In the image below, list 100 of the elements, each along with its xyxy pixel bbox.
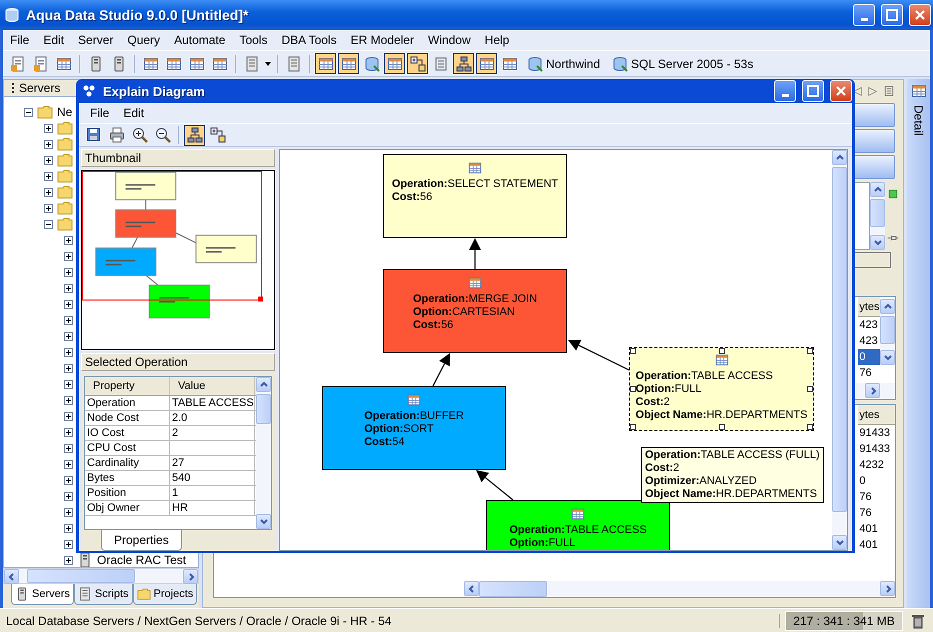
section-bar[interactable]	[853, 155, 896, 179]
expand-button[interactable]	[64, 556, 73, 564]
vertical-scrollbar[interactable]	[256, 377, 271, 529]
column-header[interactable]: Value	[170, 377, 255, 395]
scroll-thumb[interactable]	[479, 581, 548, 597]
menu-item[interactable]: File	[83, 106, 116, 120]
column-header[interactable]: ytes	[858, 297, 880, 317]
expand-button[interactable]	[64, 492, 73, 500]
close-button[interactable]	[909, 4, 931, 26]
menu-item[interactable]: Automate	[167, 33, 232, 47]
panel-tab[interactable]: Servers	[11, 584, 74, 605]
expand-button[interactable]	[64, 428, 73, 436]
expand-button[interactable]	[64, 236, 73, 244]
vertical-scrollbar[interactable]	[870, 182, 886, 250]
expand-button[interactable]	[64, 252, 73, 260]
menu-item[interactable]: Server	[71, 33, 120, 47]
expand-button[interactable]	[64, 460, 73, 468]
view-toggle-button[interactable]	[407, 53, 428, 74]
minimize-button[interactable]	[774, 80, 796, 102]
expand-button[interactable]	[44, 124, 53, 132]
plan-node[interactable]: Operation:TABLE ACCESS Option:FULL Cost:2 Object Name:HR.DEPARTMENTS	[629, 347, 814, 431]
scroll-thumb[interactable]	[27, 569, 135, 583]
expand-button[interactable]	[64, 380, 73, 388]
resize-handle[interactable]	[807, 348, 813, 354]
expand-button[interactable]	[64, 364, 73, 372]
vertical-scrollbar[interactable]	[880, 299, 896, 365]
view-toggle-button[interactable]	[453, 53, 474, 74]
tree-item[interactable]: Oracle RAC Test	[97, 553, 186, 567]
scroll-thumb[interactable]	[256, 394, 271, 424]
close-button[interactable]	[830, 80, 852, 102]
expand-button[interactable]	[64, 444, 73, 452]
resize-handle[interactable]	[630, 348, 636, 354]
expand-button[interactable]	[64, 412, 73, 420]
expand-button[interactable]	[44, 188, 53, 196]
menu-item[interactable]: Help	[478, 33, 516, 47]
minimize-button[interactable]	[853, 4, 875, 26]
connection-button[interactable]: Northwind	[522, 56, 606, 72]
expand-button[interactable]	[64, 300, 73, 308]
scroll-thumb[interactable]	[870, 199, 886, 227]
column-header[interactable]: Property	[85, 377, 170, 395]
memory-reading: 217 : 341 : 341 MB	[793, 614, 895, 628]
plan-node[interactable]: Operation:MERGE JOIN Option:CARTESIAN Cost:56	[383, 269, 567, 353]
expand-button[interactable]	[64, 268, 73, 276]
input-field[interactable]	[853, 252, 892, 268]
resize-handle[interactable]	[718, 424, 724, 430]
scroll-thumb[interactable]	[880, 316, 896, 344]
panel-tab[interactable]: Scripts	[74, 584, 133, 605]
expand-button[interactable]	[64, 348, 73, 356]
collapse-button[interactable]	[44, 220, 53, 228]
maximize-button[interactable]	[802, 80, 824, 102]
menu-item[interactable]: File	[3, 33, 36, 47]
expand-button[interactable]	[64, 332, 73, 340]
expand-button[interactable]	[44, 156, 53, 164]
expand-button[interactable]	[64, 540, 73, 548]
menu-item[interactable]: Edit	[116, 106, 152, 120]
expand-button[interactable]	[44, 140, 53, 148]
expand-button[interactable]	[64, 396, 73, 404]
resize-handle[interactable]	[630, 386, 636, 392]
tree-item[interactable]: Ne	[57, 105, 72, 119]
menu-item[interactable]: Window	[420, 33, 478, 47]
column-header[interactable]: ytes	[858, 405, 896, 425]
diagram-thumbnail-drawing[interactable]	[81, 170, 275, 350]
scroll-right-button[interactable]	[865, 383, 880, 398]
section-bar[interactable]	[853, 103, 896, 127]
layout-button[interactable]	[184, 124, 205, 146]
resize-handle[interactable]	[718, 348, 724, 354]
expand-button[interactable]	[64, 476, 73, 484]
chevron-left-icon	[6, 572, 16, 582]
plan-node[interactable]: Operation:TABLE ACCESS Option:FULL	[486, 500, 670, 550]
resize-handle[interactable]	[807, 424, 813, 430]
expand-button[interactable]	[64, 508, 73, 516]
horizontal-scrollbar[interactable]	[3, 568, 200, 584]
view-toggle-button[interactable]	[315, 53, 336, 74]
plus-icon	[65, 332, 72, 340]
dropdown-caret-icon[interactable]	[264, 60, 272, 68]
panel-tab[interactable]: Projects	[132, 584, 198, 605]
plan-node[interactable]: Operation:BUFFER Option:SORT Cost:54	[322, 386, 506, 470]
section-bar[interactable]	[853, 129, 896, 153]
expand-button[interactable]	[44, 172, 53, 180]
side-tab[interactable]: Detail	[912, 105, 926, 136]
view-toggle-button[interactable]	[476, 53, 497, 74]
view-toggle-button[interactable]	[384, 53, 405, 74]
connection-button[interactable]: SQL Server 2005 - 53s	[607, 56, 758, 72]
menu-item[interactable]: Query	[120, 33, 168, 47]
collapse-button[interactable]	[24, 108, 33, 116]
expand-button[interactable]	[64, 316, 73, 324]
expand-button[interactable]	[44, 204, 53, 212]
expand-button[interactable]	[64, 524, 73, 532]
expand-button[interactable]	[64, 284, 73, 292]
properties-tab[interactable]: Properties	[101, 530, 182, 551]
menu-item[interactable]: ER Modeler	[344, 33, 421, 47]
view-toggle-button[interactable]	[338, 53, 359, 74]
resize-handle[interactable]	[630, 424, 636, 430]
maximize-button[interactable]	[881, 4, 903, 26]
menu-item[interactable]: DBA Tools	[274, 33, 344, 47]
resize-handle[interactable]	[807, 386, 813, 392]
menu-item[interactable]: Edit	[36, 33, 72, 47]
horizontal-scrollbar[interactable]	[464, 581, 896, 597]
menu-item[interactable]: Tools	[232, 33, 274, 47]
plan-node[interactable]: Operation:SELECT STATEMENT Cost:56	[383, 154, 567, 238]
